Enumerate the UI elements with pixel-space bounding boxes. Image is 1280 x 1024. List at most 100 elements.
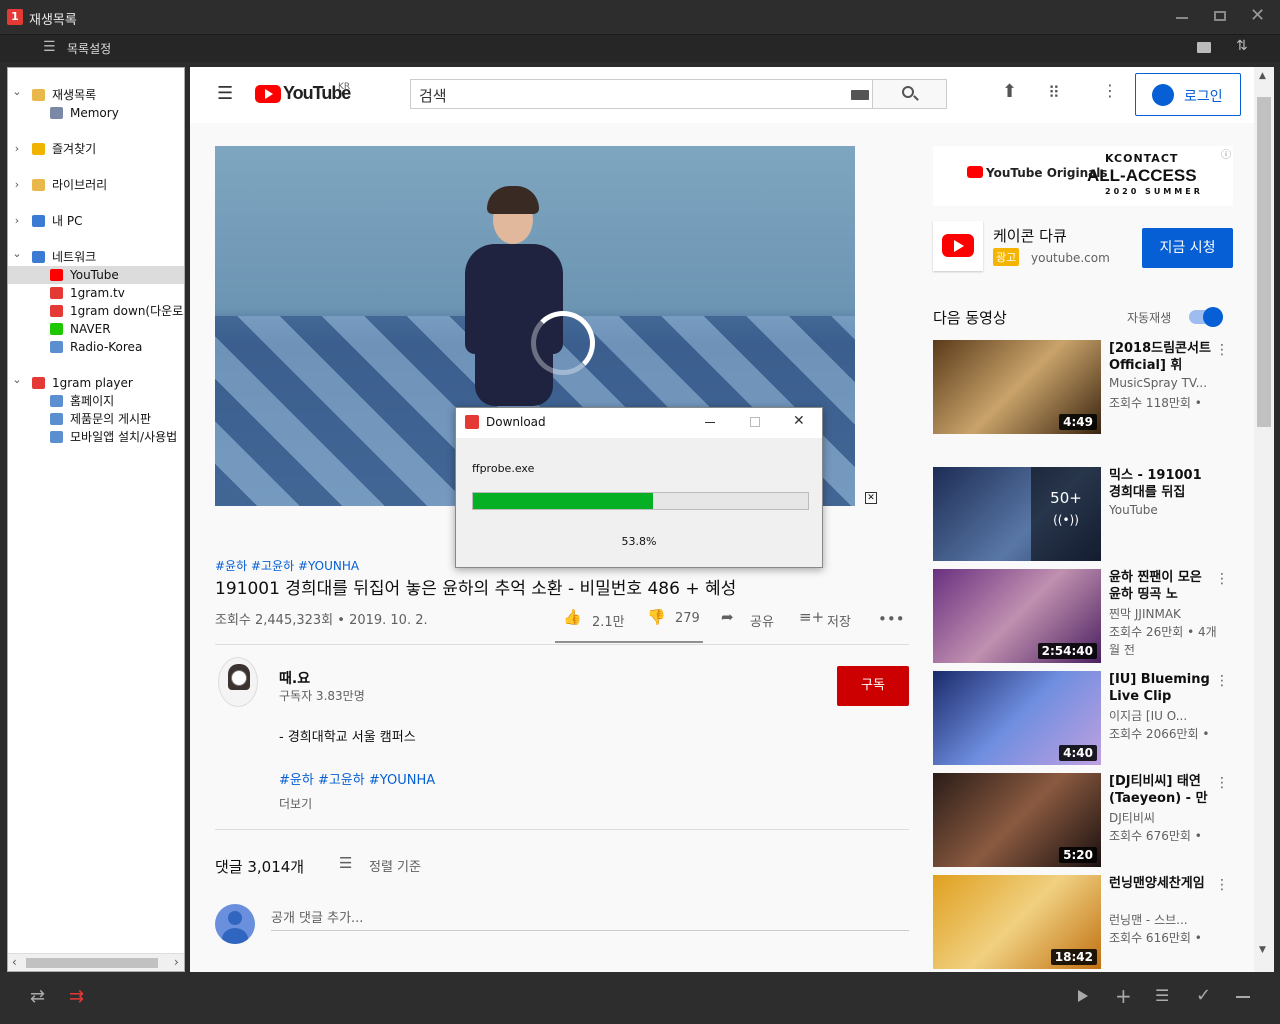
- list-settings-button[interactable]: 목록설정: [67, 40, 111, 57]
- sort-icon[interactable]: ⇅: [1236, 38, 1248, 54]
- ad-info-icon[interactable]: ⓘ: [1221, 146, 1231, 161]
- playlist-icon[interactable]: ☰: [1155, 986, 1169, 1005]
- sidebar-item[interactable]: 1gram.tv: [8, 284, 184, 302]
- subscribe-button[interactable]: 구독: [837, 666, 909, 706]
- sidebar-item[interactable]: ⌄ 1gram player: [8, 371, 184, 392]
- search-button[interactable]: [872, 79, 947, 109]
- sidebar-item[interactable]: ⌄ 네트워크: [8, 245, 184, 266]
- search-input[interactable]: 검색: [410, 79, 873, 109]
- recommendation-channel[interactable]: YouTube: [1109, 503, 1219, 517]
- more-vert-icon[interactable]: ⋮: [1215, 673, 1229, 689]
- sidebar-item[interactable]: Radio-Korea: [8, 338, 184, 356]
- shuffle-icon[interactable]: ⇉: [69, 986, 84, 1007]
- recommendation-title[interactable]: 믹스 - 191001 경희대를 뒤집: [1109, 467, 1213, 501]
- share-button[interactable]: ➦ 공유: [721, 608, 781, 630]
- more-vert-icon[interactable]: ⋮: [1215, 877, 1229, 893]
- play-icon[interactable]: [1078, 990, 1088, 1002]
- video-thumbnail[interactable]: 50+ ((•)): [933, 467, 1101, 561]
- chevron-right-icon[interactable]: ›: [12, 212, 22, 230]
- sort-comments-button[interactable]: ☰ 정렬 기준: [339, 854, 449, 876]
- sidebar-item[interactable]: 홈페이지: [8, 392, 184, 410]
- chevron-down-icon[interactable]: ⌄: [12, 245, 22, 263]
- recommendation-item[interactable]: 50+ ((•)) 믹스 - 191001 경희대를 뒤집 YouTube: [933, 467, 1233, 565]
- recommendation-channel[interactable]: MusicSpray TV...: [1109, 376, 1219, 390]
- sidebar-item[interactable]: ⌄ 재생목록: [8, 83, 184, 104]
- scroll-left-icon[interactable]: ‹: [12, 955, 17, 969]
- sidebar-item[interactable]: 모바일앱 설치/사용법: [8, 428, 184, 446]
- ad-banner[interactable]: YouTube Originals KCONTACT ALL-ACCESS 20…: [933, 146, 1233, 206]
- scroll-down-icon[interactable]: ▼: [1259, 945, 1266, 955]
- sidebar-item[interactable]: 제품문의 게시판: [8, 410, 184, 428]
- recommendation-title[interactable]: 윤하 찐팬이 모은 윤하 띵곡 노: [1109, 569, 1213, 603]
- add-icon[interactable]: +: [1115, 984, 1132, 1008]
- close-overlay-icon[interactable]: ✕: [865, 492, 877, 504]
- recommendation-item[interactable]: 18:42 런닝맨양세찬게임 런닝맨 - 스브... 조회수 616만회 • ⋮: [933, 875, 1233, 972]
- video-thumbnail[interactable]: 18:42: [933, 875, 1101, 969]
- minimize-icon[interactable]: [1176, 17, 1188, 19]
- scroll-thumb[interactable]: [1257, 97, 1271, 427]
- sidebar-item[interactable]: NAVER: [8, 320, 184, 338]
- recommendation-channel[interactable]: 이지금 [IU O...: [1109, 707, 1219, 724]
- vertical-scrollbar[interactable]: ▲ ▼: [1254, 67, 1274, 972]
- chevron-right-icon[interactable]: ›: [12, 140, 22, 158]
- list-icon[interactable]: ☰: [43, 39, 56, 55]
- more-vert-icon[interactable]: ⋮: [1215, 342, 1229, 358]
- video-thumbnail[interactable]: 5:20: [933, 773, 1101, 867]
- youtube-logo-icon[interactable]: [255, 85, 281, 103]
- more-icon[interactable]: ⋮: [1102, 81, 1118, 100]
- restore-icon[interactable]: [1214, 11, 1226, 21]
- description-hashtags[interactable]: #윤하 #고윤하 #YOUNHA: [279, 769, 435, 788]
- login-button[interactable]: 로그인: [1135, 73, 1241, 116]
- channel-avatar[interactable]: [218, 657, 258, 707]
- save-button[interactable]: ≡+ 저장: [799, 608, 859, 630]
- recommendation-title[interactable]: 런닝맨양세찬게임: [1109, 875, 1213, 892]
- chevron-down-icon[interactable]: ⌄: [12, 83, 22, 101]
- recommendation-channel[interactable]: DJ티비씨: [1109, 809, 1219, 826]
- video-hashtags[interactable]: #윤하 #고윤하 #YOUNHA: [215, 557, 359, 574]
- apps-icon[interactable]: ⠿: [1048, 83, 1060, 102]
- recommendation-title[interactable]: [IU] Blueming Live Clip (2019: [1109, 671, 1213, 707]
- channel-name[interactable]: 때.요: [279, 668, 310, 688]
- dialog-close-icon[interactable]: ✕: [793, 413, 805, 429]
- recommendation-title[interactable]: [DJ티비씨] 태연(Taeyeon) - 만: [1109, 773, 1213, 807]
- sidebar-item[interactable]: YouTube: [8, 266, 184, 284]
- dialog-minimize-icon[interactable]: [705, 422, 715, 423]
- folder-play-icon[interactable]: [1197, 42, 1211, 53]
- recommendation-title[interactable]: [2018드림콘서트 Official] 휘: [1109, 340, 1213, 374]
- video-thumbnail[interactable]: 4:40: [933, 671, 1101, 765]
- remove-icon[interactable]: [1236, 996, 1250, 998]
- recommendation-channel[interactable]: 찐막 JJINMAK: [1109, 605, 1219, 622]
- keyboard-icon[interactable]: [851, 90, 869, 100]
- upload-icon[interactable]: ⬆: [1002, 81, 1017, 102]
- ad-channel-icon[interactable]: [933, 221, 983, 271]
- video-thumbnail[interactable]: 2:54:40: [933, 569, 1101, 663]
- scroll-right-icon[interactable]: ›: [174, 955, 179, 969]
- chevron-down-icon[interactable]: ⌄: [12, 371, 22, 389]
- dislike-button[interactable]: 👎 279: [647, 608, 707, 630]
- video-thumbnail[interactable]: 4:49: [933, 340, 1101, 434]
- recommendation-channel[interactable]: 런닝맨 - 스브...: [1109, 911, 1219, 928]
- scroll-up-icon[interactable]: ▲: [1259, 71, 1266, 81]
- show-more-link[interactable]: 더보기: [279, 795, 312, 812]
- recommendation-item[interactable]: 2:54:40 윤하 찐팬이 모은 윤하 띵곡 노 찐막 JJINMAK 조회수 26…: [933, 569, 1233, 667]
- like-button[interactable]: 👍 2.1만: [563, 608, 628, 630]
- more-vert-icon[interactable]: ⋮: [1215, 775, 1229, 791]
- chevron-right-icon[interactable]: ›: [12, 176, 22, 194]
- hamburger-icon[interactable]: ☰: [217, 83, 233, 104]
- recommendation-item[interactable]: 5:20 [DJ티비씨] 태연(Taeyeon) - 만 DJ티비씨 조회수 676만…: [933, 773, 1233, 871]
- close-icon[interactable]: ✕: [1250, 5, 1265, 26]
- sidebar-item[interactable]: › 즐겨찾기: [8, 140, 184, 158]
- repeat-icon[interactable]: ⇄: [30, 986, 45, 1007]
- autoplay-toggle[interactable]: [1189, 307, 1223, 327]
- check-icon[interactable]: ✓: [1196, 985, 1211, 1006]
- recommendation-item[interactable]: 4:40 [IU] Blueming Live Clip (2019이지금 [IU…: [933, 671, 1233, 769]
- watch-now-button[interactable]: 지금 시청: [1142, 228, 1233, 268]
- sidebar-item[interactable]: › 내 PC: [8, 212, 184, 230]
- horizontal-scrollbar[interactable]: ‹ ›: [8, 953, 184, 971]
- scroll-thumb[interactable]: [26, 958, 158, 968]
- sidebar-item[interactable]: › 라이브러리: [8, 176, 184, 194]
- recommendation-item[interactable]: 4:49 [2018드림콘서트 Official] 휘 MusicSpray TV.…: [933, 340, 1233, 438]
- more-actions-icon[interactable]: •••: [878, 610, 905, 628]
- comment-input[interactable]: 공개 댓글 추가...: [271, 905, 909, 931]
- more-vert-icon[interactable]: ⋮: [1215, 571, 1229, 587]
